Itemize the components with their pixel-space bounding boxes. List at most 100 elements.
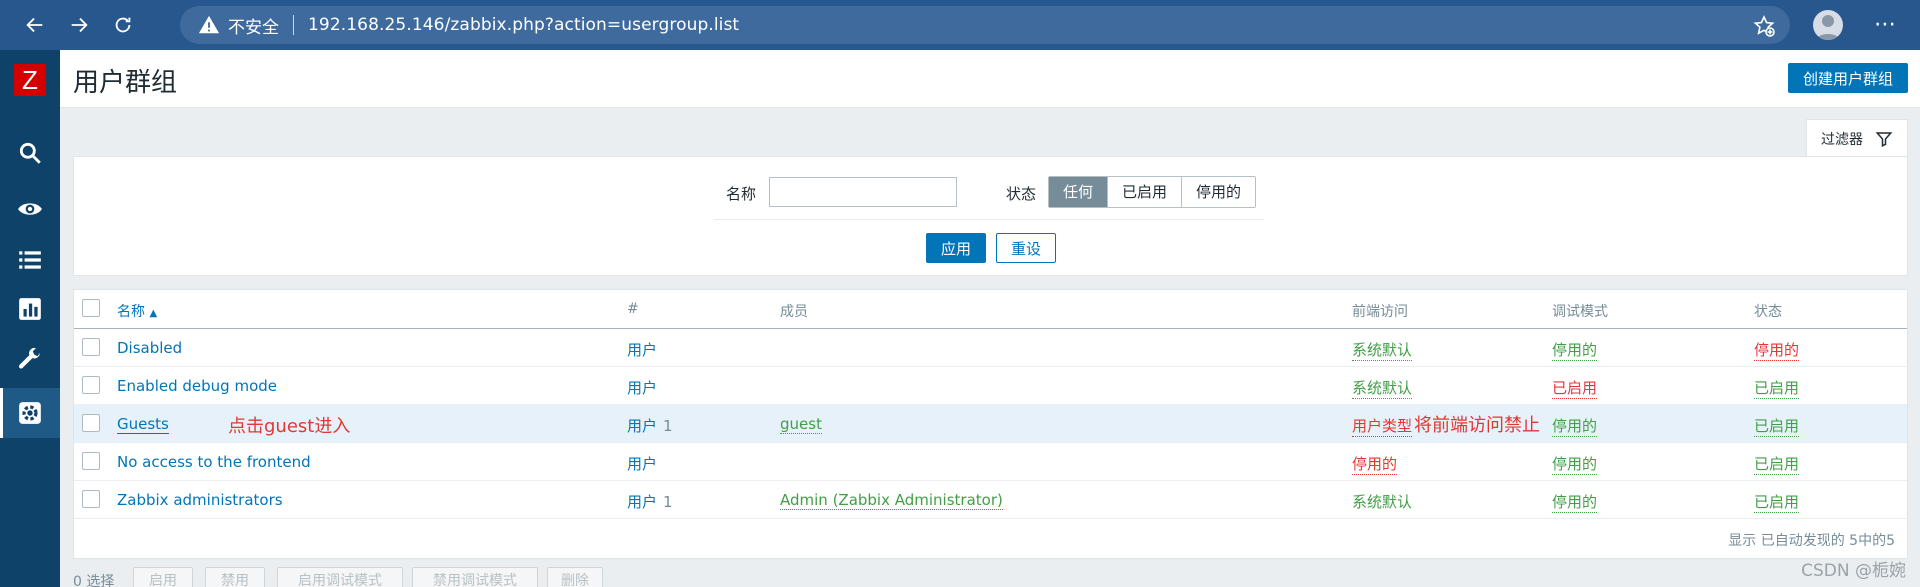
- favorite-star-icon[interactable]: [1752, 14, 1776, 38]
- debug-mode-link[interactable]: 停用的: [1552, 339, 1598, 361]
- status-link[interactable]: 已启用: [1754, 453, 1800, 475]
- row-checkbox[interactable]: [82, 452, 100, 470]
- warning-icon: [198, 15, 220, 34]
- debug-mode-link[interactable]: 停用的: [1552, 415, 1598, 437]
- group-name-link[interactable]: Zabbix administrators: [117, 491, 283, 509]
- user-count: 1: [663, 493, 673, 511]
- status-link[interactable]: 已启用: [1754, 415, 1800, 437]
- status-link[interactable]: 已启用: [1754, 377, 1800, 399]
- filter-status-label: 状态: [1006, 185, 1037, 203]
- create-user-group-button[interactable]: 创建用户群组: [1788, 63, 1908, 93]
- arrow-left-icon: [26, 17, 43, 33]
- debug-mode-link[interactable]: 已启用: [1552, 377, 1598, 399]
- users-link[interactable]: 用户: [627, 493, 657, 511]
- filter-name-input[interactable]: [769, 177, 957, 207]
- status-option-any[interactable]: 任何: [1049, 177, 1108, 207]
- url-text[interactable]: 192.168.25.146/zabbix.php?action=usergro…: [308, 15, 739, 35]
- eye-icon[interactable]: [15, 194, 45, 224]
- table-row: Zabbix administrators 用户 1 Admin (Zabbix …: [74, 481, 1907, 519]
- frontend-access-link[interactable]: 用户类型: [1352, 415, 1413, 437]
- apply-button[interactable]: 应用: [926, 233, 986, 263]
- gear-icon[interactable]: [15, 398, 45, 428]
- row-checkbox[interactable]: [82, 490, 100, 508]
- list-icon[interactable]: [15, 245, 45, 275]
- reload-icon: [115, 17, 131, 33]
- row-checkbox[interactable]: [82, 376, 100, 394]
- filter-status-segmented: 任何 已启用 停用的: [1048, 176, 1257, 208]
- filter-panel: 名称 状态 任何 已启用 停用的 应用 重设: [73, 156, 1908, 276]
- debug-mode-link[interactable]: 停用的: [1552, 491, 1598, 513]
- member-link[interactable]: Admin (Zabbix Administrator): [780, 491, 1003, 510]
- table-row: Enabled debug mode 用户 系统默认 已启用 已启用: [74, 367, 1907, 405]
- table-row: Disabled 用户 系统默认 停用的 停用的: [74, 329, 1907, 367]
- users-link[interactable]: 用户: [627, 339, 657, 360]
- user-icon: [1816, 15, 1840, 40]
- group-name-link[interactable]: Disabled: [117, 339, 182, 357]
- reset-button[interactable]: 重设: [996, 233, 1056, 263]
- chart-icon[interactable]: [15, 294, 45, 324]
- frontend-access-link[interactable]: 系统默认: [1352, 377, 1413, 399]
- more-menu-icon[interactable]: ⋯: [1870, 10, 1900, 40]
- status-option-disabled[interactable]: 停用的: [1181, 177, 1256, 207]
- watermark: CSDN @栀婉: [1801, 561, 1906, 581]
- column-header-status: 状态: [1754, 304, 1782, 320]
- column-header-hash: #: [627, 301, 639, 317]
- arrow-right-icon: [71, 17, 88, 33]
- frontend-access-link[interactable]: 停用的: [1352, 453, 1398, 475]
- users-cell: 用户 1: [627, 415, 673, 436]
- sidebar: Z: [0, 50, 60, 587]
- disable-debug-button[interactable]: 禁用调试模式: [412, 567, 538, 587]
- mass-action-bar: 0 选择 启用 禁用 启用调试模式 禁用调试模式 删除: [60, 565, 1920, 587]
- users-link[interactable]: 用户: [627, 453, 657, 474]
- back-button[interactable]: [13, 3, 57, 47]
- member-link[interactable]: guest: [780, 415, 822, 434]
- row-checkbox[interactable]: [82, 338, 100, 356]
- table-footer-count: 显示 已自动发现的 5中的5: [1728, 533, 1895, 549]
- sort-ascending-icon: ▲: [149, 308, 158, 319]
- status-link[interactable]: 已启用: [1754, 491, 1800, 513]
- annotation-click-guest: 点击guest进入: [228, 416, 351, 437]
- selected-count: 0 选择: [73, 574, 115, 587]
- page-title: 用户群组: [73, 68, 178, 98]
- wrench-icon[interactable]: [15, 344, 45, 374]
- reload-button[interactable]: [101, 3, 145, 47]
- browser-toolbar: 不安全 192.168.25.146/zabbix.php?action=use…: [0, 0, 1920, 50]
- page-header: 用户群组 创建用户群组: [60, 50, 1920, 108]
- select-all-checkbox[interactable]: [82, 299, 100, 317]
- disable-button[interactable]: 禁用: [205, 567, 265, 587]
- frontend-access-link[interactable]: 系统默认: [1352, 339, 1413, 361]
- group-name-link[interactable]: No access to the frontend: [117, 453, 311, 471]
- enable-debug-button[interactable]: 启用调试模式: [277, 567, 403, 587]
- group-name-link[interactable]: Enabled debug mode: [117, 377, 277, 395]
- user-count: 1: [663, 417, 673, 435]
- table-row: No access to the frontend 用户 停用的 停用的 已启用: [74, 443, 1907, 481]
- filter-tab[interactable]: 过滤器: [1806, 119, 1908, 157]
- status-option-enabled[interactable]: 已启用: [1107, 177, 1182, 207]
- column-header-debug-mode: 调试模式: [1552, 304, 1608, 320]
- group-name-link[interactable]: Guests: [117, 415, 169, 434]
- enable-button[interactable]: 启用: [133, 567, 193, 587]
- forward-button[interactable]: [57, 3, 101, 47]
- column-header-frontend-access: 前端访问: [1352, 304, 1408, 320]
- zabbix-logo[interactable]: Z: [14, 64, 46, 96]
- annotation-disable-frontend: 将前端访问禁止: [1414, 415, 1540, 436]
- url-separator: [293, 15, 294, 35]
- search-icon[interactable]: [15, 138, 45, 168]
- column-header-name[interactable]: 名称 ▲: [117, 301, 157, 321]
- users-link[interactable]: 用户: [627, 377, 657, 398]
- filter-icon: [1875, 131, 1893, 147]
- profile-avatar[interactable]: [1813, 10, 1843, 40]
- table-row: Guests 点击guest进入 用户 1 guest 用户类型 将前端访问禁止 …: [74, 405, 1907, 443]
- insecure-label: 不安全: [228, 17, 279, 38]
- status-link[interactable]: 停用的: [1754, 339, 1800, 361]
- filter-divider: [714, 219, 1264, 220]
- users-link[interactable]: 用户: [627, 417, 657, 435]
- filter-name-label: 名称: [726, 185, 757, 203]
- delete-button[interactable]: 删除: [547, 567, 603, 587]
- address-bar[interactable]: 不安全 192.168.25.146/zabbix.php?action=use…: [180, 6, 1790, 44]
- user-groups-table: 名称 ▲ # 成员 前端访问 调试模式 状态 Disabled 用户 系统默认 …: [73, 289, 1908, 559]
- row-checkbox[interactable]: [82, 414, 100, 432]
- column-header-members: 成员: [780, 304, 808, 320]
- frontend-access-link[interactable]: 系统默认: [1352, 491, 1412, 512]
- debug-mode-link[interactable]: 停用的: [1552, 453, 1598, 475]
